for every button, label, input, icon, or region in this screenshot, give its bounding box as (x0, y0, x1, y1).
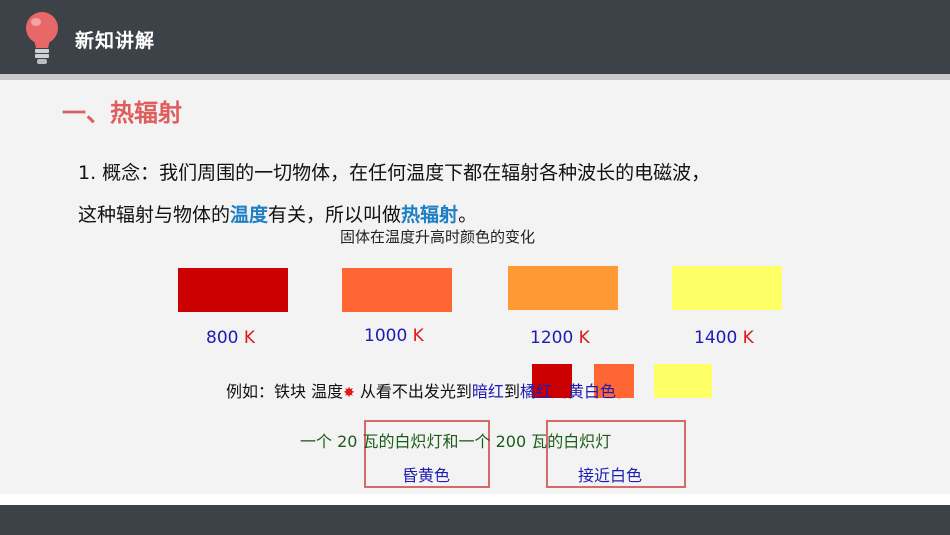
example-word-yellow-white: 黄白色 (567, 382, 616, 401)
bulb-label-200w: 接近白色 (578, 466, 643, 485)
bulb-comparison-text: 一个 20 瓦的白炽灯和一个 200 瓦的白炽灯 (300, 432, 612, 451)
section-title: 一、热辐射 (62, 99, 182, 127)
highlight-temperature: 温度 (230, 204, 269, 226)
concept-text-middle: 有关，所以叫做 (268, 204, 402, 226)
concept-line-1: 1. 概念：我们周围的一切物体，在任何温度下都在辐射各种波长的电磁波， (78, 162, 711, 184)
temp-label-1400: 1400 K (694, 328, 754, 348)
example-line: 例如：铁块 温度✸ 从看不出发光到暗红到橘红到黄白色。 (226, 378, 632, 402)
highlight-thermal-radiation: 热辐射 (401, 204, 459, 226)
temp-value: 800 (206, 328, 239, 348)
temp-value: 1000 (364, 326, 408, 346)
lightbulb-icon (26, 12, 58, 64)
temp-unit: K (742, 328, 754, 348)
swatch-1200k (508, 266, 618, 310)
temp-label-1200: 1200 K (530, 328, 590, 348)
swatch-1000k (342, 268, 452, 312)
temp-unit: K (243, 328, 256, 348)
bulb-label-20w: 昏黄色 (402, 466, 451, 485)
concept-text-prefix: 这种辐射与物体的 (78, 204, 231, 226)
header-title: 新知讲解 (75, 30, 156, 52)
example-prefix: 例如：铁块 温度 (226, 382, 344, 401)
swatch-800k (178, 268, 288, 312)
footer-bar (0, 505, 950, 535)
star-icon: ✸ (343, 385, 355, 401)
example-middle: 从看不出发光到 (354, 382, 472, 401)
color-chart-title: 固体在温度升高时颜色的变化 (340, 228, 536, 246)
mini-swatch-yellow-white (654, 364, 712, 398)
temp-unit: K (578, 328, 590, 348)
temp-value: 1400 (694, 328, 738, 348)
example-word-dark-red: 暗红 (471, 382, 504, 401)
swatch-1400k (672, 266, 782, 310)
temp-label-1000: 1000 K (364, 326, 424, 346)
temp-unit: K (412, 326, 424, 346)
temp-value: 1200 (530, 328, 574, 348)
concept-text-suffix: 。 (458, 204, 478, 226)
example-to: 到 (503, 382, 520, 401)
temp-label-800: 800 K (206, 328, 255, 348)
example-word-orange-red: 橘红 (519, 382, 552, 401)
concept-line-2: 这种辐射与物体的温度有关，所以叫做热辐射。 (78, 200, 477, 227)
